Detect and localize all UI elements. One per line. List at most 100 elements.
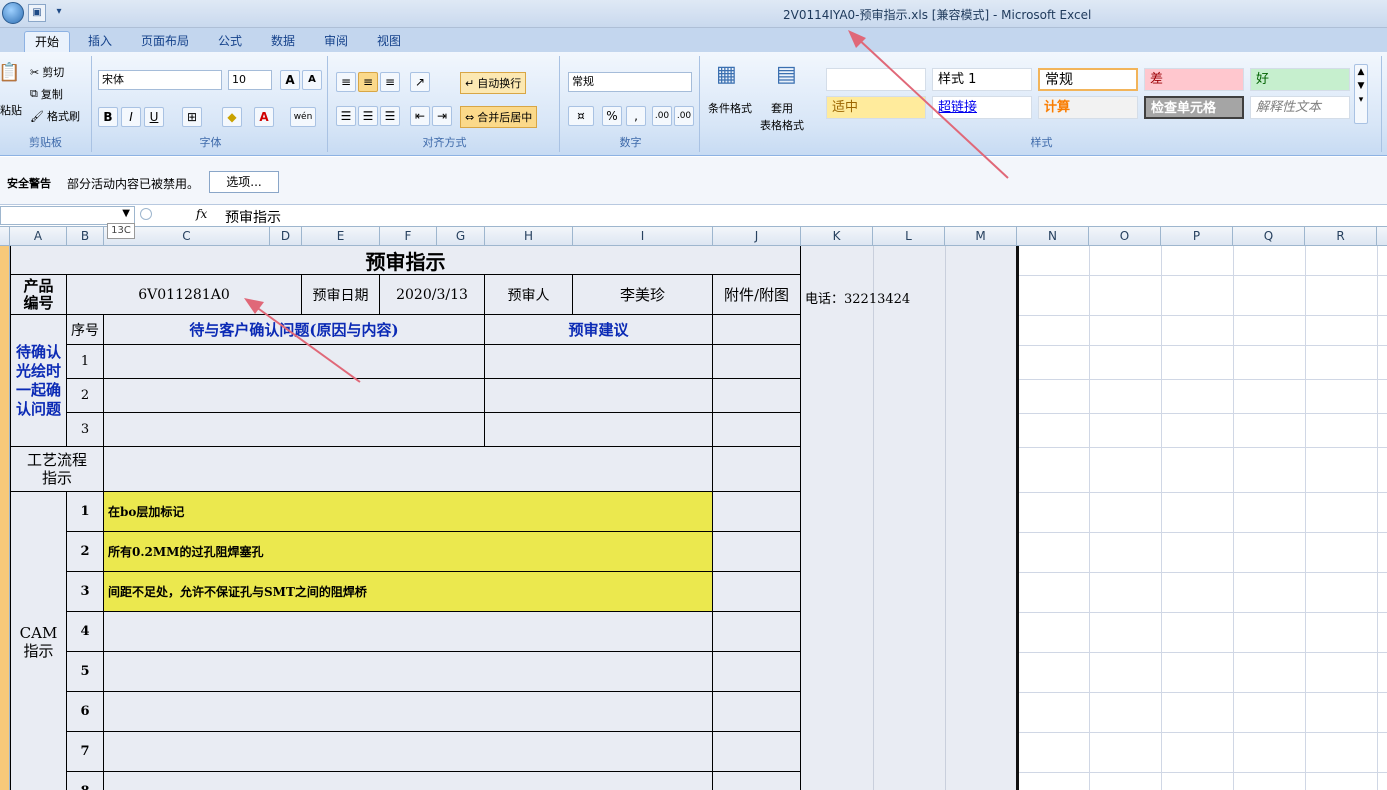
cam-row-num[interactable]: 6 bbox=[67, 692, 104, 732]
col-header-p[interactable]: P bbox=[1161, 227, 1233, 246]
attach-cell[interactable] bbox=[713, 379, 801, 413]
attach-cell[interactable] bbox=[713, 732, 801, 772]
style-normal[interactable]: 常规 bbox=[1038, 68, 1138, 91]
style-bad[interactable]: 差 bbox=[1144, 68, 1244, 91]
col-header-f[interactable]: F bbox=[380, 227, 437, 246]
style-check-cell[interactable]: 检查单元格 bbox=[1144, 96, 1244, 119]
style-hyperlink[interactable]: 超链接 bbox=[932, 96, 1032, 119]
col-header-m[interactable]: M bbox=[945, 227, 1017, 246]
reviewer-label[interactable]: 预审人 bbox=[485, 275, 573, 315]
phonetic-button[interactable]: wén bbox=[290, 107, 316, 127]
format-as-table-button[interactable]: 套用 表格格式 bbox=[760, 100, 804, 134]
styles-scroll-icon[interactable]: ▲ ▼ ▾ bbox=[1354, 64, 1368, 124]
confirm-issue-cell[interactable] bbox=[104, 345, 485, 379]
align-top-icon[interactable]: ≡ bbox=[336, 72, 356, 92]
product-label[interactable]: 产品 编号 bbox=[10, 275, 67, 315]
attach-cell[interactable] bbox=[713, 652, 801, 692]
attach-cell[interactable] bbox=[713, 572, 801, 612]
attachment-label[interactable]: 附件/附图 bbox=[713, 275, 801, 315]
qat-dropdown-icon[interactable]: ▾ bbox=[50, 4, 68, 22]
col-header-d[interactable]: D bbox=[270, 227, 302, 246]
col-header-r[interactable]: R bbox=[1305, 227, 1377, 246]
increase-indent-icon[interactable]: ⇥ bbox=[432, 106, 452, 126]
comma-button[interactable]: , bbox=[626, 106, 646, 126]
col-header-h[interactable]: H bbox=[485, 227, 573, 246]
col-header-b[interactable]: B bbox=[67, 227, 104, 246]
col-header-k[interactable]: K bbox=[801, 227, 873, 246]
tab-home[interactable]: 开始 bbox=[24, 31, 71, 52]
cam-instruction[interactable] bbox=[104, 772, 713, 790]
cam-row-num[interactable]: 3 bbox=[67, 572, 104, 612]
col-header-a[interactable]: A bbox=[10, 227, 67, 246]
attach-cell[interactable] bbox=[713, 492, 801, 532]
align-right-icon[interactable]: ☰ bbox=[380, 106, 400, 126]
style-calculation[interactable]: 计算 bbox=[1038, 96, 1138, 119]
paste-icon[interactable]: 📋 bbox=[0, 62, 20, 83]
tab-data[interactable]: 数据 bbox=[261, 31, 305, 52]
col-header-i[interactable]: I bbox=[573, 227, 713, 246]
seq-header[interactable]: 序号 bbox=[67, 315, 104, 345]
col-header-j[interactable]: J bbox=[713, 227, 801, 246]
grow-font-button[interactable]: A bbox=[280, 70, 300, 90]
product-number[interactable]: 6V011281A0 bbox=[67, 275, 302, 315]
cut-button[interactable]: ✂ 剪切 bbox=[30, 64, 64, 80]
review-date[interactable]: 2020/3/13 bbox=[380, 275, 485, 315]
worksheet-grid[interactable]: 预审指示 产品 编号 6V011281A0 预审日期 2020/3/13 预审人… bbox=[0, 246, 1387, 790]
currency-icon[interactable]: ¤ bbox=[568, 106, 594, 126]
cam-instruction[interactable] bbox=[104, 692, 713, 732]
cam-row-num[interactable]: 7 bbox=[67, 732, 104, 772]
tab-view[interactable]: 视图 bbox=[367, 31, 411, 52]
col-header-n[interactable]: N bbox=[1017, 227, 1089, 246]
col-header-l[interactable]: L bbox=[873, 227, 945, 246]
col-header-g[interactable]: G bbox=[437, 227, 485, 246]
cam-row-num[interactable]: 1 bbox=[67, 492, 104, 532]
fx-icon[interactable]: fx bbox=[196, 207, 207, 221]
date-label[interactable]: 预审日期 bbox=[302, 275, 380, 315]
italic-button[interactable]: I bbox=[121, 107, 141, 127]
increase-decimal-button[interactable]: .00 bbox=[652, 106, 672, 126]
confirm-row-num[interactable]: 1 bbox=[67, 345, 104, 379]
cam-instruction[interactable] bbox=[104, 612, 713, 652]
conditional-format-button[interactable]: 条件格式 bbox=[708, 100, 752, 116]
paste-button[interactable]: 粘贴 bbox=[0, 102, 22, 118]
process-label[interactable]: 工艺流程 指示 bbox=[10, 447, 104, 492]
confirm-issue-cell[interactable] bbox=[104, 379, 485, 413]
tab-review[interactable]: 审阅 bbox=[314, 31, 358, 52]
phone-text[interactable]: 电话：32213424 bbox=[805, 288, 910, 307]
bold-button[interactable]: B bbox=[98, 107, 118, 127]
tab-insert[interactable]: 插入 bbox=[78, 31, 122, 52]
confirm-issue-cell[interactable] bbox=[104, 413, 485, 447]
cam-instruction[interactable] bbox=[104, 732, 713, 772]
col-header-e[interactable]: E bbox=[302, 227, 380, 246]
col-header-o[interactable]: O bbox=[1089, 227, 1161, 246]
font-size-select[interactable]: 10 bbox=[228, 70, 272, 90]
style-explanatory[interactable]: 解释性文本 bbox=[1250, 96, 1350, 119]
align-left-icon[interactable]: ☰ bbox=[336, 106, 356, 126]
cam-row-num[interactable]: 4 bbox=[67, 612, 104, 652]
confirm-suggest-cell[interactable] bbox=[485, 413, 713, 447]
decrease-decimal-button[interactable]: .00 bbox=[674, 106, 694, 126]
options-button[interactable]: 选项... bbox=[209, 171, 279, 193]
wrap-text-button[interactable]: ↵ 自动换行 bbox=[460, 72, 527, 94]
confirm-label[interactable]: 待确认 光绘时 一起确 认问题 bbox=[10, 315, 67, 447]
formula-input[interactable]: 预审指示 bbox=[225, 207, 281, 227]
cam-instruction[interactable]: 间距不足处，允许不保证孔与SMT之间的阻焊桥 bbox=[104, 572, 713, 612]
cam-row-num[interactable]: 2 bbox=[67, 532, 104, 572]
conditional-format-icon[interactable]: ▦ bbox=[716, 62, 737, 87]
style-empty[interactable] bbox=[826, 68, 926, 91]
align-center-icon[interactable]: ☰ bbox=[358, 106, 378, 126]
save-icon[interactable]: ▣ bbox=[28, 4, 46, 22]
select-all-corner[interactable] bbox=[0, 227, 10, 246]
percent-button[interactable]: % bbox=[602, 106, 622, 126]
format-painter-button[interactable]: 🖌 格式刷 bbox=[30, 108, 80, 124]
attach-cell[interactable] bbox=[713, 413, 801, 447]
attach-cell[interactable] bbox=[713, 532, 801, 572]
attach-cell[interactable] bbox=[713, 772, 801, 790]
confirm-suggest-cell[interactable] bbox=[485, 345, 713, 379]
cam-instruction[interactable]: 所有0.2MM的过孔阻焊塞孔 bbox=[104, 532, 713, 572]
number-format-select[interactable]: 常规 bbox=[568, 72, 692, 92]
suggest-header[interactable]: 预审建议 bbox=[485, 315, 713, 345]
cancel-icon[interactable] bbox=[140, 208, 152, 220]
reviewer-name[interactable]: 李美珍 bbox=[573, 275, 713, 315]
shrink-font-button[interactable]: A bbox=[302, 70, 322, 90]
